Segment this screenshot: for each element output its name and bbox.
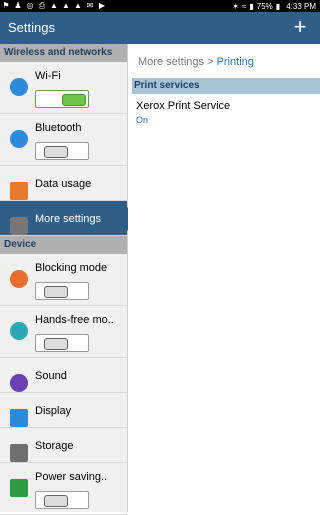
sidebar-item-label: Display <box>35 405 72 417</box>
sidebar-item-label: Hands-free mo.. <box>35 314 114 326</box>
sidebar-item-hands-free[interactable]: Hands-free mo.. <box>0 306 127 358</box>
section-header-print-services: Print services <box>132 78 320 94</box>
notification-icon: ✉ <box>86 1 94 10</box>
wifi-toggle[interactable] <box>35 90 89 108</box>
main-panel: More settings > Printing Print services … <box>128 44 320 512</box>
sidebar-item-label: Blocking mode <box>35 262 108 274</box>
blocking-mode-icon <box>10 270 28 288</box>
toggle-knob <box>62 94 86 106</box>
sidebar-item-blocking-mode[interactable]: Blocking mode <box>0 254 127 306</box>
sidebar-item-label: Bluetooth <box>35 122 82 134</box>
storage-icon <box>10 444 28 462</box>
sidebar-item-label: Sound <box>35 370 67 382</box>
warning-icon: ▲ <box>62 1 70 10</box>
action-bar: Settings + <box>0 12 320 44</box>
sidebar-item-label: Power saving.. <box>35 471 108 483</box>
battery-icon: ▮ <box>275 1 281 11</box>
toggle-knob <box>44 286 68 298</box>
service-name: Xerox Print Service <box>136 100 231 112</box>
notification-icon: ◎ <box>26 1 34 10</box>
status-left-icons: ⚑ ♟ ◎ ⎙ ▲ ▲ ▲ ✉ ▶ <box>2 0 106 12</box>
section-header-device: Device <box>0 236 127 254</box>
hands-free-icon <box>10 322 28 340</box>
data-usage-icon <box>10 182 28 200</box>
section-header-wireless: Wireless and networks <box>0 44 127 62</box>
warning-icon: ▲ <box>50 1 58 10</box>
print-service-item[interactable]: Xerox Print Service On <box>136 100 230 125</box>
blocking-mode-toggle[interactable] <box>35 282 89 300</box>
sidebar-item-label: More settings <box>35 213 102 225</box>
sidebar-item-display[interactable]: Display <box>0 393 127 428</box>
bluetooth-toggle[interactable] <box>35 142 89 160</box>
sidebar-item-label: Data usage <box>35 178 92 190</box>
breadcrumb-current: Printing <box>216 56 254 68</box>
notification-icon: ⎙ <box>38 1 46 10</box>
sidebar-item-power-saving[interactable]: Power saving.. <box>0 463 127 515</box>
sidebar-item-more-settings[interactable]: More settings <box>0 201 136 236</box>
breadcrumb: More settings > Printing <box>138 56 254 68</box>
battery-text: 75% <box>256 1 273 11</box>
notification-icon: ▶ <box>98 1 106 10</box>
sidebar-item-bluetooth[interactable]: Bluetooth <box>0 114 127 166</box>
status-right-icons: ✶ ≈ ▮ 75% ▮ 4:33 PM <box>232 0 316 12</box>
status-time: 4:33 PM <box>286 1 316 11</box>
add-button[interactable]: + <box>290 16 310 38</box>
toggle-knob <box>44 146 68 158</box>
status-bar: ⚑ ♟ ◎ ⎙ ▲ ▲ ▲ ✉ ▶ ✶ ≈ ▮ 75% ▮ 4:33 PM <box>0 0 320 12</box>
sound-icon <box>10 374 28 392</box>
breadcrumb-separator: > <box>207 56 214 68</box>
bluetooth-icon <box>10 130 28 148</box>
sidebar-item-label: Storage <box>35 440 74 452</box>
toggle-knob <box>44 338 68 350</box>
sidebar-item-label: Wi-Fi <box>35 70 61 82</box>
notification-icon: ▲ <box>74 1 82 10</box>
sidebar-item-data-usage[interactable]: Data usage <box>0 166 127 201</box>
sidebar-item-wifi[interactable]: Wi-Fi <box>0 62 127 114</box>
breadcrumb-parent[interactable]: More settings <box>138 56 204 68</box>
power-saving-toggle[interactable] <box>35 491 89 509</box>
toggle-knob <box>44 495 68 507</box>
sidebar-item-storage[interactable]: Storage <box>0 428 127 463</box>
power-saving-icon <box>10 479 28 497</box>
display-icon <box>10 409 28 427</box>
more-settings-icon <box>10 217 28 235</box>
signal-icon: ✶ <box>232 1 239 11</box>
hands-free-toggle[interactable] <box>35 334 89 352</box>
settings-sidebar: Wireless and networks Wi-Fi Bluetooth Da… <box>0 44 136 515</box>
wifi-icon <box>10 78 28 96</box>
service-status: On <box>136 115 149 125</box>
notification-icon: ♟ <box>14 1 22 10</box>
sidebar-item-sound[interactable]: Sound <box>0 358 127 393</box>
notification-icon: ⚑ <box>2 1 10 10</box>
signal-icon: ▮ <box>249 1 254 11</box>
app-title: Settings <box>8 20 55 35</box>
wifi-icon: ≈ <box>241 1 247 11</box>
